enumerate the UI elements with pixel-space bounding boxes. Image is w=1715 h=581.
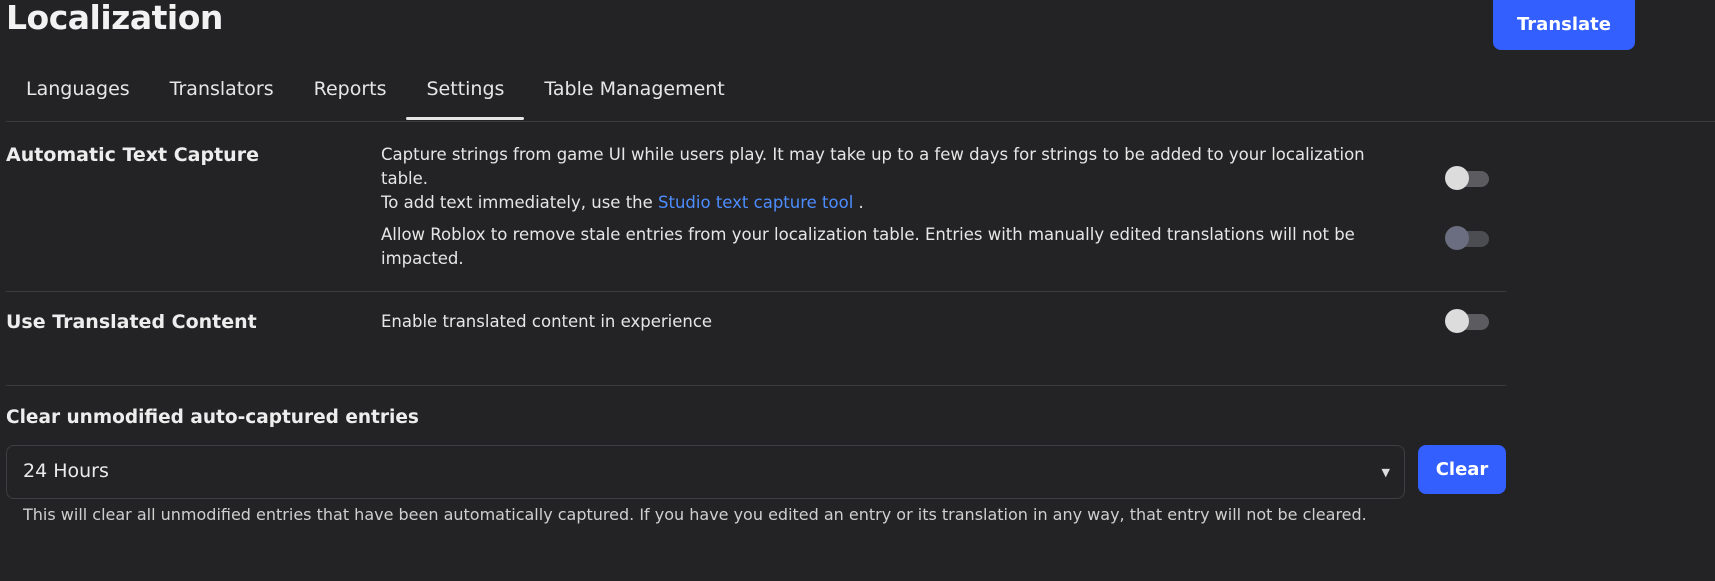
capture-description-line1: Capture strings from game UI while users… [381, 145, 1365, 188]
clear-button[interactable]: Clear [1418, 445, 1506, 494]
toggle-knob [1445, 309, 1469, 333]
select-value: 24 Hours [23, 460, 109, 482]
tab-settings[interactable]: Settings [406, 70, 525, 120]
remove-stale-entries-toggle[interactable] [1445, 226, 1489, 250]
translated-content-description: Enable translated content in experience [381, 312, 713, 331]
localization-settings-page: Localization Translate Languages Transla… [0, 0, 1715, 581]
tab-reports[interactable]: Reports [294, 70, 407, 120]
automatic-text-capture-title: Automatic Text Capture [6, 144, 259, 166]
translated-content-toggle[interactable] [1445, 309, 1489, 333]
section-divider [6, 291, 1506, 292]
stale-entries-description: Allow Roblox to remove stale entries fro… [381, 225, 1355, 268]
clear-entries-title: Clear unmodified auto-captured entries [6, 407, 419, 428]
capture-description: Capture strings from game UI while users… [381, 143, 1381, 215]
automatic-capture-toggle[interactable] [1445, 166, 1489, 190]
toggle-knob [1445, 166, 1469, 190]
clear-period-select[interactable]: 24 Hours ▼ [6, 445, 1405, 499]
tab-translators[interactable]: Translators [150, 70, 294, 120]
capture-description-suffix: . [858, 193, 864, 212]
capture-description-line2: To add text immediately, use the Studio … [381, 191, 1381, 215]
tab-bar: Languages Translators Reports Settings T… [6, 70, 745, 120]
clear-help-text: This will clear all unmodified entries t… [23, 505, 1367, 524]
tabs-divider [6, 121, 1715, 122]
capture-description-prefix: To add text immediately, use the [381, 193, 653, 212]
page-title: Localization [6, 0, 223, 37]
toggle-knob [1445, 226, 1469, 250]
section-divider [6, 385, 1506, 386]
studio-text-capture-link[interactable]: Studio text capture tool [658, 193, 853, 212]
tab-languages[interactable]: Languages [6, 70, 150, 120]
translate-button[interactable]: Translate [1493, 0, 1635, 50]
use-translated-content-title: Use Translated Content [6, 311, 257, 333]
caret-down-icon: ▼ [1381, 466, 1390, 479]
tab-table-management[interactable]: Table Management [524, 70, 744, 120]
